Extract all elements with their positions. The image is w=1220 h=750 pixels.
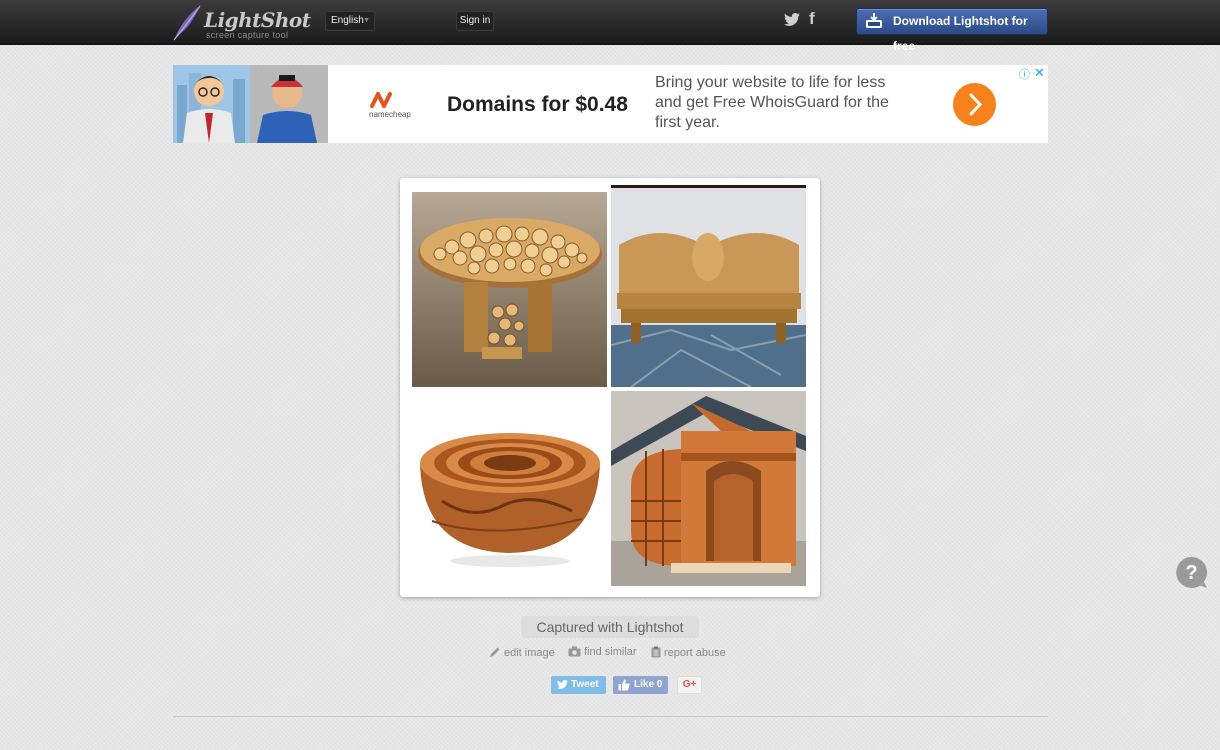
download-app-icon [866,13,882,28]
pencil-icon [490,647,500,657]
thumbs-up-icon [618,679,630,691]
download-button[interactable]: Download Lightshot for free [856,8,1048,53]
ad-description: Bring your website to life for less and … [655,74,889,131]
namecheap-logo-icon [370,92,392,108]
sign-in-button[interactable]: Sign in [456,11,494,31]
clipboard-icon [651,646,661,658]
download-label: Download Lightshot for free [893,14,1028,53]
tweet-button[interactable]: Tweet [551,676,606,694]
ad-banner[interactable]: namecheap Domains for $0.48 Bring your w… [173,65,1048,143]
help-question-icon: ? [1176,556,1208,588]
ad-go-button[interactable] [953,83,996,126]
help-button[interactable]: ? [1175,556,1208,589]
ad-choices-icon[interactable]: ⓘ [1019,66,1030,82]
screenshot-tile-bowls [412,391,607,586]
tweet-label: Tweet [571,679,599,690]
edit-image-link[interactable]: edit image [489,646,555,659]
logo-name: LightShot [204,8,311,32]
screenshot-image[interactable] [400,178,820,597]
google-plus-button[interactable]: G+ [677,676,702,694]
find-similar-label: find similar [584,646,637,658]
ad-headline: Domains for $0.48 [447,93,628,116]
lightshot-logo[interactable]: LightShot screen capture tool [170,4,311,42]
logo-tagline: screen capture tool [206,30,289,40]
like-label: Like 0 [634,679,663,690]
screenshot-tile-doghouse [611,391,806,586]
language-selector[interactable]: English ▼ [325,11,375,31]
ad-illustration [173,65,328,143]
ad-brand-name: namecheap [369,110,411,119]
twitter-bird-icon [557,680,568,689]
language-label: English [331,15,364,26]
captured-with-lightshot-link[interactable]: Captured with Lightshot [521,616,699,638]
camera-icon [568,646,581,657]
facebook-like-button[interactable]: Like 0 [613,676,668,694]
facebook-icon[interactable]: f [809,9,815,29]
screenshot-tile-table [412,192,607,387]
chevron-down-icon: ▼ [363,17,370,24]
ad-close-icon[interactable]: ✕ [1034,65,1045,81]
twitter-icon[interactable] [784,13,800,26]
chevron-right-icon [969,93,983,116]
screenshot-tile-bench [611,185,806,387]
find-similar-link[interactable]: find similar [568,646,637,658]
edit-image-label: edit image [504,647,555,659]
report-abuse-label: report abuse [664,647,726,659]
help-label: ? [1185,562,1197,584]
top-bar: LightShot screen capture tool English ▼ … [0,0,1220,53]
feather-icon [173,5,201,41]
image-actions: edit image find similar report abuse [489,646,739,662]
report-abuse-link[interactable]: report abuse [651,646,726,659]
footer-divider [173,716,1048,717]
